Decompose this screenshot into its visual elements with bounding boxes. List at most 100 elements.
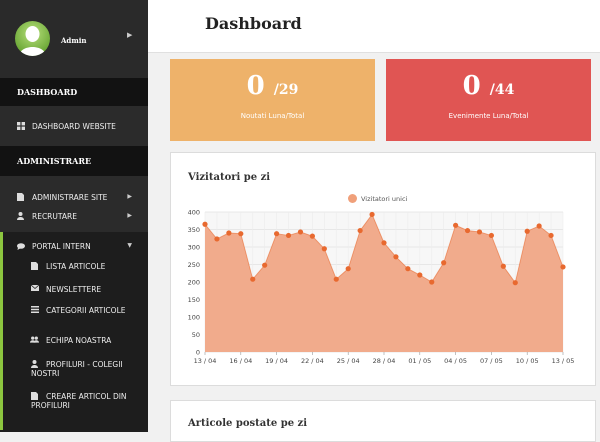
sidebar-item-label: PORTAL INTERN xyxy=(32,241,91,251)
data-point xyxy=(357,227,363,234)
section-header-administrare: ADMINISTRARE xyxy=(0,146,148,176)
data-point xyxy=(441,260,447,266)
data-point xyxy=(488,232,494,239)
stat-value-wrap: 0 /44 xyxy=(386,71,591,101)
stat-total: /29 xyxy=(273,82,299,98)
user-profile[interactable]: Admin ▶ xyxy=(0,0,148,78)
data-point xyxy=(274,231,280,237)
data-point xyxy=(524,228,530,234)
stat-value: 0 xyxy=(462,71,481,101)
sidebar-subitem-label: LISTA ARTICOLE xyxy=(46,262,106,271)
data-point xyxy=(405,266,411,272)
y-tick-label: 350 xyxy=(188,226,200,234)
data-point xyxy=(548,232,554,239)
stat-card-evenimente: 0 /44 Evenimente Luna/Total xyxy=(386,59,591,141)
stat-value: 0 xyxy=(246,71,265,101)
data-point xyxy=(297,229,304,235)
user-name: Admin xyxy=(61,36,87,45)
data-point xyxy=(500,263,506,269)
data-point xyxy=(536,223,542,229)
sidebar-subitem-lista-articole[interactable]: LISTA ARTICOLE xyxy=(0,260,148,274)
x-tick-label: 07 / 05 xyxy=(480,357,503,365)
stat-value-wrap: 0 /29 xyxy=(170,71,375,101)
sidebar-subitem-label: CATEGORII ARTICOLE xyxy=(46,306,126,315)
user-avatar-icon xyxy=(15,21,50,56)
x-tick-label: 25 / 04 xyxy=(337,357,360,365)
y-tick-label: 100 xyxy=(188,314,200,322)
data-point xyxy=(262,262,268,268)
data-point xyxy=(369,211,375,218)
section-header-dashboard: DASHBOARD xyxy=(0,78,148,106)
data-point xyxy=(464,227,471,234)
sidebar-subitem-label: ECHIPA NOASTRA xyxy=(46,336,112,345)
y-tick-label: 300 xyxy=(188,244,200,252)
data-point xyxy=(476,229,483,235)
x-tick-label: 13 / 05 xyxy=(552,357,575,365)
visitors-panel: Vizitatori pe zi Vizitatori unici 0 50 100… xyxy=(170,152,596,386)
data-point xyxy=(250,276,256,282)
data-point xyxy=(309,233,315,239)
data-point xyxy=(381,240,387,246)
x-tick-label: 10 / 05 xyxy=(516,357,539,365)
sidebar-subitem-creare-articol[interactable]: CREARE ARTICOL DIN PROFILURI xyxy=(0,390,148,412)
page-title: Dashboard xyxy=(205,14,302,33)
stat-label: Noutati Luna/Total xyxy=(240,112,305,120)
grid-icon xyxy=(16,122,25,130)
sidebar-item-label: RECRUTARE xyxy=(32,211,77,221)
stat-label: Evenimente Luna/Total xyxy=(448,112,529,120)
comment-icon xyxy=(16,242,25,250)
x-tick-label: 19 / 04 xyxy=(265,357,288,365)
data-point xyxy=(453,222,459,228)
chevron-right-icon[interactable]: ▶ xyxy=(127,31,132,39)
sidebar-subitem-newslettere[interactable]: NEWSLETTERE xyxy=(0,283,148,297)
data-point xyxy=(202,221,208,227)
sidebar-subitem-categorii-articole[interactable]: CATEGORII ARTICOLE xyxy=(0,304,148,326)
data-point xyxy=(417,272,423,278)
y-tick-label: 150 xyxy=(188,296,200,304)
x-tick-label: 13 / 04 xyxy=(194,357,217,365)
x-tick-label: 16 / 04 xyxy=(229,357,252,365)
y-tick-label: 250 xyxy=(188,261,200,269)
y-tick-label: 400 xyxy=(188,209,200,217)
data-point xyxy=(512,280,518,286)
file-icon xyxy=(16,193,25,201)
data-point xyxy=(345,266,351,272)
stat-card-noutati: 0 /29 Noutati Luna/Total xyxy=(170,59,375,141)
main-content: Dashboard 0 /29 Noutati Luna/Total 0 /44… xyxy=(148,0,600,442)
sidebar-item-label: ADMINISTRARE SITE xyxy=(32,192,108,202)
articles-panel: Articole postate pe zi xyxy=(170,400,596,442)
data-point xyxy=(321,246,327,252)
x-tick-label: 04 / 05 xyxy=(444,357,467,365)
data-point xyxy=(560,264,566,270)
sidebar-item-label: DASHBOARD WEBSITE xyxy=(32,121,116,131)
top-bar: Dashboard xyxy=(148,0,600,53)
sidebar: Admin ▶ DASHBOARD DASHBOARD WEBSITE ADMI… xyxy=(0,0,148,432)
avatar xyxy=(15,21,50,56)
chevron-right-icon: ▶ xyxy=(127,212,132,219)
x-tick-label: 01 / 05 xyxy=(408,357,431,365)
caret-down-icon: ▼ xyxy=(127,242,132,249)
data-point xyxy=(333,276,339,282)
sidebar-item-dashboard-website[interactable]: DASHBOARD WEBSITE xyxy=(0,115,148,137)
data-point xyxy=(393,254,399,260)
visitors-chart: 0 50 100 150 200 250 300 350 400 13 / 04 16 / 04 19… xyxy=(188,209,575,366)
x-tick-label: 22 / 04 xyxy=(301,357,324,365)
y-tick-label: 50 xyxy=(192,331,200,339)
sidebar-item-recrutare[interactable]: RECRUTARE ▶ xyxy=(0,205,148,227)
panel-title: Articole postate pe zi xyxy=(188,418,308,429)
x-tick-label: 28 / 04 xyxy=(373,357,396,365)
sidebar-subitem-echipa-noastra[interactable]: ECHIPA NOASTRA xyxy=(0,334,148,348)
y-tick-label: 0 xyxy=(196,349,200,357)
y-tick-label: 200 xyxy=(188,279,200,287)
user-icon xyxy=(16,212,25,220)
sidebar-subitem-label: CREARE ARTICOL DIN PROFILURI xyxy=(31,392,127,410)
sidebar-subitem-label: PROFILURI - COLEGII NOSTRI xyxy=(31,360,123,378)
stat-total: /44 xyxy=(489,82,515,98)
sidebar-item-portal-intern[interactable]: PORTAL INTERN ▼ xyxy=(0,235,148,257)
sidebar-subitem-label: NEWSLETTERE xyxy=(46,285,102,294)
sidebar-subitem-profiluri[interactable]: PROFILURI - COLEGII NOSTRI xyxy=(0,358,148,380)
data-point xyxy=(285,232,292,239)
data-point xyxy=(226,230,232,236)
data-point xyxy=(429,279,435,285)
data-point xyxy=(238,231,244,237)
